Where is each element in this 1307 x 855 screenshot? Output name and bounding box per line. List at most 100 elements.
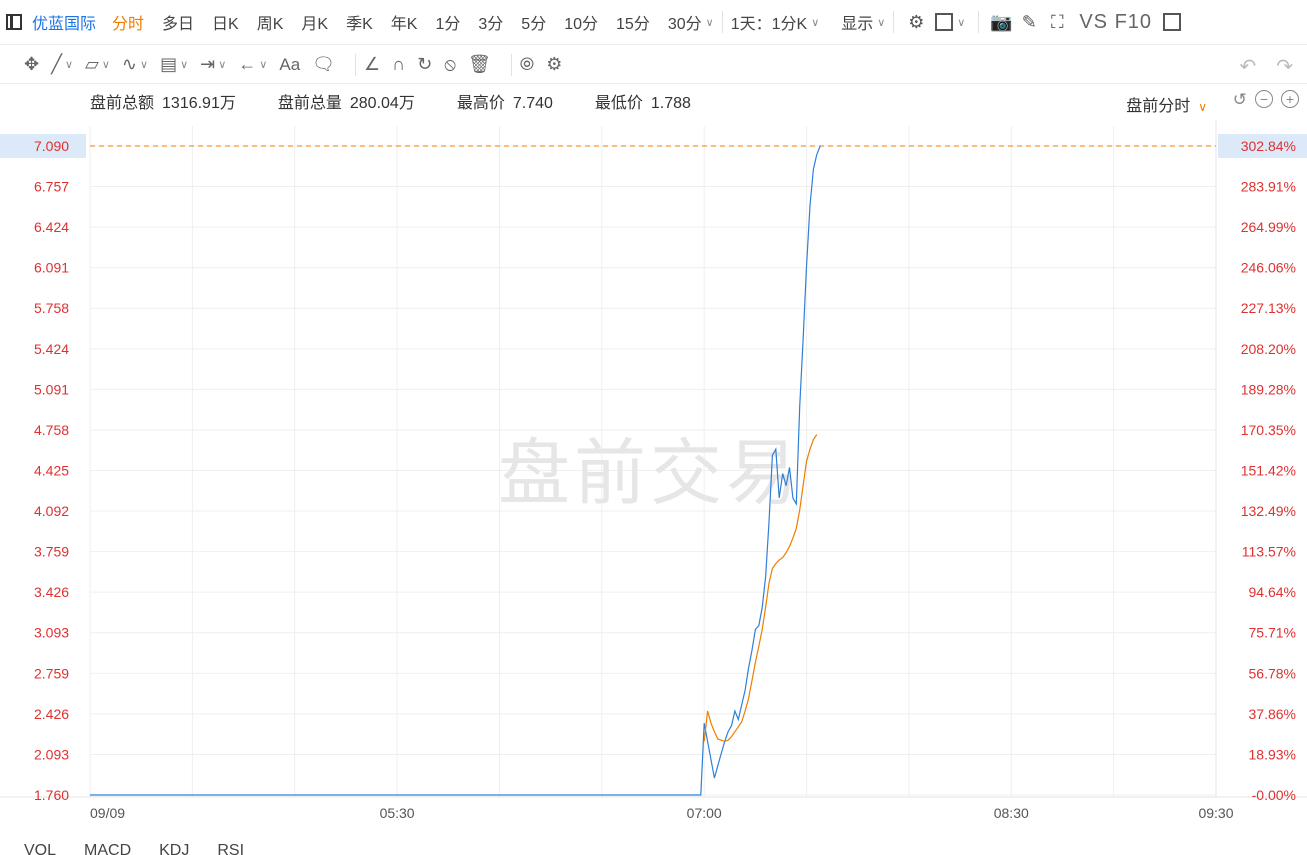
range-dropdown-label: 1天：1分K: [730, 16, 808, 33]
line-tool[interactable]: ╱ ∨: [51, 54, 73, 75]
fib-tool[interactable]: ▤ ∨: [160, 54, 188, 75]
watermark-text: 盘前交易: [498, 431, 802, 515]
y-pct-tick-label: -0.00%: [1252, 787, 1296, 803]
channel-tool[interactable]: ▱ ∨: [85, 54, 110, 75]
fullscreen-icon[interactable]: ⛶: [1043, 8, 1071, 36]
display-dropdown-label: 显示: [841, 16, 874, 33]
chevron-down-icon: ∨: [218, 59, 227, 71]
y-axis-percent: 302.84% 283.91% 264.99% 246.06% 227.13% 208.2…: [1241, 138, 1296, 803]
y-tick-label: 2.426: [34, 706, 69, 722]
intraday-chart[interactable]: 盘前交易 7.090 6.757 6.424 6.091 5.758 5.424 5.091…: [0, 120, 1307, 820]
stat-volume-value: 280.04万: [349, 95, 415, 112]
stat-low-value: 1.788: [650, 95, 691, 112]
comment-icon[interactable]: 🗨: [312, 54, 335, 75]
y-pct-tick-label: 151.42%: [1241, 463, 1296, 479]
color-square-dropdown[interactable]: ∨: [930, 8, 970, 36]
tab-indicator-vol[interactable]: VOL: [24, 842, 56, 855]
zoom-out-icon[interactable]: −: [1255, 90, 1273, 108]
y-pct-tick-label: 18.93%: [1249, 746, 1296, 762]
tab-indicator-kdj[interactable]: KDJ: [159, 842, 189, 855]
tab-period-2[interactable]: 日K: [212, 10, 239, 34]
tab-indicator-rsi[interactable]: RSI: [217, 842, 244, 855]
tab-period-3[interactable]: 周K: [257, 10, 284, 34]
fibonacci-icon: ▤: [160, 54, 178, 74]
y-tick-label: 6.091: [34, 260, 69, 276]
y-pct-tick-label: 302.84%: [1241, 138, 1296, 154]
y-tick-label: 4.092: [34, 503, 69, 519]
measure-tool[interactable]: ⇥ ∨: [200, 54, 226, 75]
tab-period-1[interactable]: 多日: [162, 10, 194, 34]
stat-volume-label: 盘前总量: [277, 95, 342, 112]
compare-icon[interactable]: ⦾: [520, 54, 534, 75]
divider: [355, 53, 357, 76]
undo-redo-group: ↶ ↷: [1239, 54, 1293, 79]
x-tick-label: 09:30: [1198, 805, 1233, 820]
y-tick-label: 2.093: [34, 746, 69, 762]
y-pct-tick-label: 246.06%: [1241, 260, 1296, 276]
channel-icon: ▱: [85, 54, 99, 74]
display-dropdown[interactable]: 显示 ∨: [841, 10, 885, 34]
tab-period-6[interactable]: 年K: [391, 10, 418, 34]
chart-canvas[interactable]: 盘前交易 7.090 6.757 6.424 6.091 5.758 5.424 5.091…: [0, 120, 1307, 820]
tab-period-0[interactable]: 分时: [112, 10, 144, 34]
interval-dropdown[interactable]: 30分 ∨: [668, 10, 714, 34]
move-icon[interactable]: ✥: [24, 54, 39, 75]
tab-period-8[interactable]: 3分: [478, 10, 503, 34]
arrow-tool[interactable]: ← ∨: [238, 54, 267, 75]
hide-icon[interactable]: ⦸: [444, 54, 456, 75]
y-tick-label: 7.090: [34, 138, 69, 154]
chevron-down-icon: ∨: [957, 16, 966, 29]
y-pct-tick-label: 94.64%: [1249, 584, 1296, 600]
trash-icon[interactable]: 🗑: [468, 54, 491, 75]
y-tick-label: 3.759: [34, 544, 69, 560]
y-pct-tick-label: 56.78%: [1249, 665, 1296, 681]
tab-period-5[interactable]: 季K: [346, 10, 373, 34]
text-tool[interactable]: Aa: [279, 55, 300, 75]
drawing-toolbar: ✥ ╱ ∨ ▱ ∨ ∿ ∨ ▤ ∨ ⇥ ∨ ← ∨ Aa 🗨 ∠ ∩ ↻ ⦸ 🗑 ⦾ ⚙ ↶…: [0, 46, 1307, 84]
tab-period-11[interactable]: 15分: [616, 10, 650, 34]
camera-icon[interactable]: 📷: [987, 8, 1015, 36]
vs-f10-button[interactable]: VS F10: [1079, 11, 1152, 34]
divider: [978, 11, 980, 33]
panel-toggle-icon[interactable]: [1158, 8, 1186, 36]
y-pct-tick-label: 37.86%: [1249, 706, 1296, 722]
redo-icon[interactable]: ↷: [1276, 54, 1293, 79]
measure-icon: ⇥: [200, 54, 216, 74]
reset-icon[interactable]: ↺: [1233, 90, 1247, 110]
y-tick-label: 5.424: [34, 341, 69, 357]
range-dropdown[interactable]: 1天：1分K ∨: [731, 10, 820, 34]
divider: [510, 53, 512, 76]
stock-name[interactable]: 优蓝国际: [32, 10, 96, 34]
y-axis-price: 7.090 6.757 6.424 6.091 5.758 5.424 5.091 4.758…: [34, 138, 69, 803]
stat-high-value: 7.740: [512, 95, 553, 112]
undo-icon[interactable]: ↶: [1239, 54, 1256, 79]
drawing-settings-icon[interactable]: ⚙: [546, 54, 562, 75]
settings-gear-icon[interactable]: ⚙: [902, 8, 930, 36]
session-dropdown[interactable]: 盘前分时 ∨: [1126, 92, 1207, 116]
y-pct-tick-label: 283.91%: [1241, 179, 1296, 195]
pencil-icon[interactable]: ✎: [1015, 8, 1043, 36]
tab-period-7[interactable]: 1分: [435, 10, 460, 34]
zoom-controls: ↺ − +: [1233, 90, 1299, 110]
tab-indicator-macd[interactable]: MACD: [84, 842, 131, 855]
tab-period-4[interactable]: 月K: [301, 10, 328, 34]
y-tick-label: 6.424: [34, 219, 69, 235]
tab-period-10[interactable]: 10分: [564, 10, 598, 34]
chevron-down-icon: ∨: [705, 16, 714, 29]
y-tick-label: 5.091: [34, 381, 69, 397]
premarket-stats: 盘前总额 1316.91万 盘前总量 280.04万 最高价 7.740 最低价 1.7…: [0, 86, 1307, 116]
x-axis-time: 09/09 05:30 07:00 08:30 09:30: [90, 805, 1234, 820]
session-dropdown-label: 盘前分时: [1126, 98, 1191, 115]
y-tick-label: 4.425: [34, 463, 69, 479]
sidebar-toggle-icon[interactable]: [6, 14, 22, 30]
stat-volume: 盘前总量 280.04万: [278, 89, 415, 113]
lock-cycle-icon[interactable]: ↻: [417, 54, 432, 75]
x-tick-label: 05:30: [380, 805, 415, 820]
magnet-icon[interactable]: ∩: [392, 54, 405, 75]
tab-period-9[interactable]: 5分: [521, 10, 546, 34]
zoom-in-icon[interactable]: +: [1281, 90, 1299, 108]
angle-icon[interactable]: ∠: [364, 54, 380, 75]
wave-tool[interactable]: ∿ ∨: [122, 54, 148, 75]
x-tick-label: 09/09: [90, 805, 125, 820]
chevron-down-icon: ∨: [140, 59, 149, 71]
